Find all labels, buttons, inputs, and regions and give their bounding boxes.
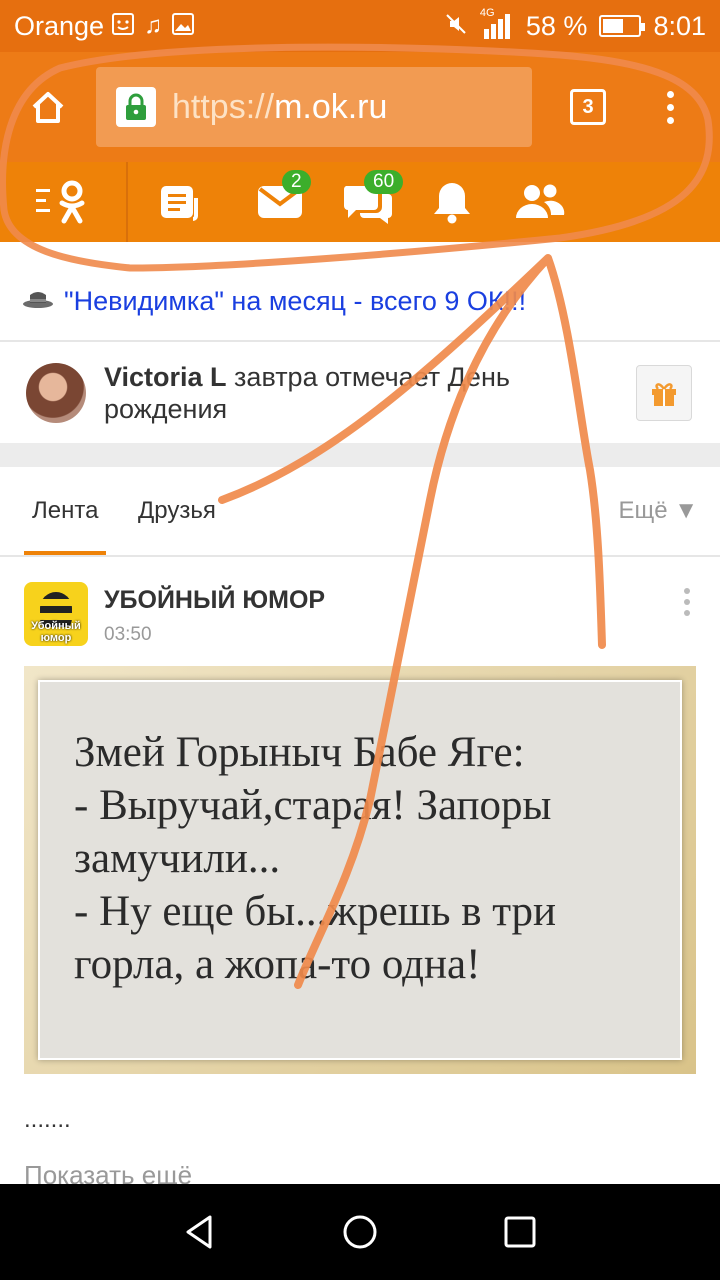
battery-percent: 58 %: [525, 10, 588, 41]
post-image[interactable]: Змей Горыныч Бабе Яге: - Выручай,старая!…: [24, 666, 696, 1074]
gift-icon: [652, 383, 676, 406]
friends-icon: [516, 184, 565, 218]
birthday-notice: Victoria L завтра отмечает День рождения: [0, 343, 720, 443]
status-icons-right: 4G 58 % 8:01: [444, 7, 706, 42]
image-icon: [172, 12, 195, 40]
signal-icon: 4G: [480, 7, 514, 39]
url-scheme: https://: [172, 87, 275, 126]
promo-link[interactable]: "Невидимка" на месяц - всего 9 ОК!!!: [64, 286, 526, 317]
image-line: Змей Горыныч Бабе Яге:: [74, 729, 525, 776]
post-header: Убойный юмор УБОЙНЫЙ ЮМОР 03:50: [0, 578, 720, 658]
battery-level: [603, 19, 624, 33]
birthday-text: Victoria L завтра отмечает День рождения: [104, 361, 584, 425]
group-name[interactable]: УБОЙНЫЙ ЮМОР: [104, 586, 325, 615]
more-vert-icon[interactable]: [650, 77, 690, 137]
bell-icon: [434, 183, 470, 224]
url-host: m.ok.ru: [274, 87, 388, 126]
messages-button[interactable]: 2: [244, 162, 316, 242]
hat-icon: [22, 289, 54, 314]
battery-icon: [599, 15, 646, 37]
tab-more-dropdown[interactable]: Ещё ▼: [618, 497, 698, 525]
gift-button[interactable]: [636, 365, 692, 421]
mute-icon: [444, 12, 468, 41]
post-caption: .......: [24, 1106, 71, 1133]
browser-toolbar: https://m.ok.ru 3: [0, 52, 720, 162]
post-time: 03:50: [104, 624, 152, 645]
carrier-name: Orange: [14, 10, 105, 41]
section-divider: [0, 443, 720, 467]
tab-switcher-button[interactable]: 3: [570, 89, 606, 125]
tab-friends[interactable]: Друзья: [138, 497, 216, 525]
friend-name[interactable]: Victoria L: [104, 362, 227, 392]
group-avatar[interactable]: Убойный юмор: [24, 582, 88, 646]
url-bar[interactable]: https://m.ok.ru: [96, 67, 532, 147]
recents-icon[interactable]: [500, 1212, 540, 1252]
tab-feed[interactable]: Лента: [23, 497, 107, 555]
promo-banner[interactable]: "Невидимка" на месяц - всего 9 ОК!!!: [0, 262, 720, 342]
home-nav-icon[interactable]: [340, 1212, 380, 1252]
ok-navigation-bar: 2 60: [0, 162, 720, 242]
home-icon: [32, 92, 64, 123]
image-line: - Выручай,старая! Запоры: [74, 782, 552, 829]
avatar[interactable]: [26, 363, 86, 423]
post-menu-button[interactable]: [684, 588, 690, 616]
image-line: горла, а жопа-то одна!: [74, 941, 481, 988]
ok-menu-button[interactable]: [0, 162, 128, 242]
back-icon[interactable]: [180, 1212, 220, 1252]
discussions-badge: 60: [364, 170, 404, 194]
home-button[interactable]: [0, 52, 96, 162]
group-avatar-label: Убойный юмор: [31, 620, 81, 644]
image-line: замучили...: [74, 835, 281, 882]
friends-button[interactable]: [504, 162, 576, 242]
clock: 8:01: [653, 10, 706, 41]
ok-logo-icon: [36, 180, 85, 224]
notifications-button[interactable]: [416, 162, 488, 242]
post-image-text: Змей Горыныч Бабе Яге: - Выручай,старая!…: [38, 680, 682, 1060]
status-icons-left: ♫: [112, 12, 195, 40]
lock-icon: [116, 87, 156, 127]
image-line: - Ну еще бы...жрешь в три: [74, 888, 557, 935]
feed-tabs: Лента Друзья Ещё ▼: [0, 467, 720, 557]
notification-icon: [112, 12, 135, 40]
system-navigation-bar: [0, 1184, 720, 1280]
feed-button[interactable]: [146, 162, 218, 242]
messages-badge: 2: [282, 170, 311, 194]
url-text: https://m.ok.ru: [172, 88, 387, 127]
feed-icon: [161, 186, 198, 221]
status-bar: Orange ♫ 4G 58 % 8:01: [0, 0, 720, 52]
discussions-button[interactable]: 60: [332, 162, 404, 242]
music-icon: ♫: [144, 12, 163, 39]
